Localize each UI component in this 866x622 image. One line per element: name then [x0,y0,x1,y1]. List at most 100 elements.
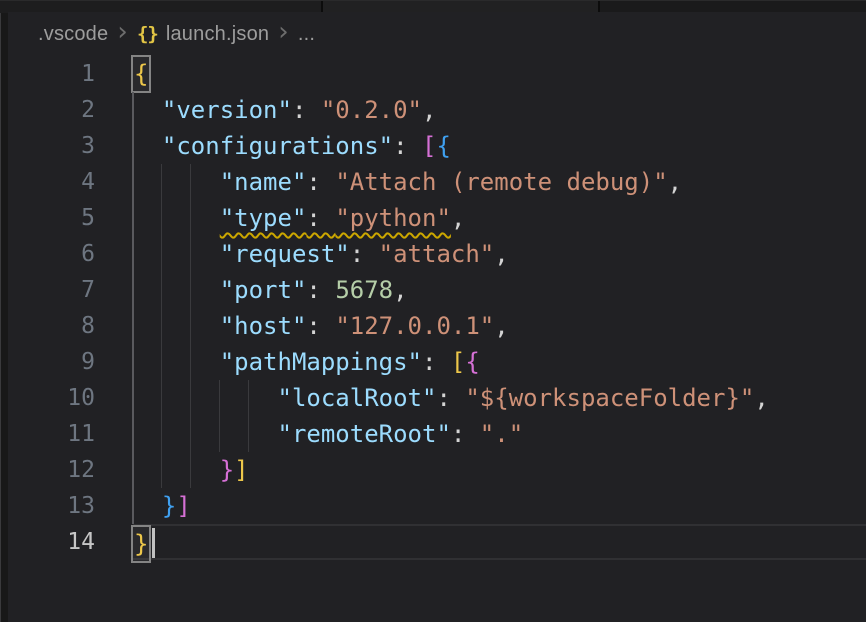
code-line-content[interactable]: "name": "Attach (remote debug)", [133,164,866,200]
breadcrumb-symbol-more[interactable]: ... [298,23,315,46]
code-token[interactable]: [ [451,348,465,376]
code-token[interactable]: "pathMappings" [220,348,422,376]
code-token[interactable]: , [494,240,508,268]
code-token[interactable] [133,168,220,196]
code-line-content[interactable]: } [133,524,866,560]
code-token[interactable]: "Attach (remote debug)" [335,168,667,196]
code-token[interactable]: "attach" [379,240,495,268]
line-number[interactable]: 10 [8,380,133,416]
code-token[interactable]: , [451,204,465,232]
code-token[interactable]: { [465,348,479,376]
code-line[interactable]: 6 "request": "attach", [8,236,866,272]
code-token[interactable] [133,96,162,124]
code-token[interactable]: "type" [220,204,307,232]
code-token[interactable] [133,456,220,484]
code-token[interactable] [133,240,220,268]
code-token[interactable]: , [422,96,436,124]
code-line[interactable]: 5 "type": "python", [8,200,866,236]
line-number[interactable]: 3 [8,128,133,164]
code-line-content[interactable]: "request": "attach", [133,236,866,272]
code-line[interactable]: 10 "localRoot": "${workspaceFolder}", [8,380,866,416]
code-token[interactable]: , [754,384,768,412]
code-token[interactable]: : [350,240,379,268]
code-token[interactable]: "localRoot" [278,384,437,412]
code-token[interactable]: "." [480,420,523,448]
code-line[interactable]: 12 }] [8,452,866,488]
code-token[interactable]: 5678 [335,276,393,304]
code-line-content[interactable]: "configurations": [{ [133,128,866,164]
code-token[interactable]: , [494,312,508,340]
code-line-content[interactable]: }] [133,452,866,488]
code-token[interactable]: "configurations" [162,132,393,160]
code-line[interactable]: 14} [8,524,866,560]
code-token[interactable]: : [393,132,422,160]
code-token[interactable]: : [292,96,321,124]
code-token[interactable]: "127.0.0.1" [335,312,494,340]
code-token[interactable]: : [306,276,335,304]
code-line-content[interactable]: }] [133,488,866,524]
line-number[interactable]: 4 [8,164,133,200]
line-number[interactable]: 1 [8,56,133,92]
code-token[interactable]: "host" [220,312,307,340]
code-token[interactable]: : [436,384,465,412]
code-token[interactable]: , [393,276,407,304]
code-line[interactable]: 4 "name": "Attach (remote debug)", [8,164,866,200]
code-token[interactable]: ] [234,456,248,484]
code-line[interactable]: 7 "port": 5678, [8,272,866,308]
line-number[interactable]: 13 [8,488,133,524]
code-token[interactable]: : [451,420,480,448]
code-token[interactable]: "remoteRoot" [278,420,451,448]
line-number[interactable]: 8 [8,308,133,344]
code-token[interactable] [133,276,220,304]
line-number[interactable]: 12 [8,452,133,488]
code-token[interactable]: "port" [220,276,307,304]
code-token[interactable]: } [162,492,176,520]
code-line[interactable]: 9 "pathMappings": [{ [8,344,866,380]
line-number[interactable]: 2 [8,92,133,128]
code-line[interactable]: 13 }] [8,488,866,524]
code-token[interactable] [133,420,278,448]
code-token[interactable]: : [306,204,335,232]
code-token[interactable] [133,204,220,232]
code-line-content[interactable]: "type": "python", [133,200,866,236]
code-token[interactable]: : [306,168,335,196]
line-number[interactable]: 14 [8,524,133,560]
code-token[interactable]: { [436,132,450,160]
code-token[interactable]: "0.2.0" [321,96,422,124]
code-token[interactable] [133,348,220,376]
breadcrumb-file[interactable]: launch.json [166,23,269,46]
warning-squiggle[interactable]: "type": "python" [220,204,451,232]
code-token[interactable] [133,132,162,160]
line-number[interactable]: 6 [8,236,133,272]
code-line-content[interactable]: "port": 5678, [133,272,866,308]
code-token[interactable]: "${workspaceFolder}" [465,384,754,412]
code-line-content[interactable]: "version": "0.2.0", [133,92,866,128]
breadcrumb-folder[interactable]: .vscode [38,23,108,46]
code-line[interactable]: 3 "configurations": [{ [8,128,866,164]
code-token[interactable] [133,384,278,412]
code-token[interactable]: "version" [162,96,292,124]
code-token[interactable]: } [220,456,234,484]
code-line[interactable]: 11 "remoteRoot": "." [8,416,866,452]
code-token[interactable]: "request" [220,240,350,268]
code-token[interactable]: , [668,168,682,196]
code-line-content[interactable]: "remoteRoot": "." [133,416,866,452]
code-line-content[interactable]: "localRoot": "${workspaceFolder}", [133,380,866,416]
code-token[interactable]: : [422,348,451,376]
code-line-content[interactable]: "pathMappings": [{ [133,344,866,380]
code-token[interactable]: ] [176,492,190,520]
code-line[interactable]: 1{ [8,56,866,92]
code-token[interactable] [133,312,220,340]
line-number[interactable]: 7 [8,272,133,308]
code-line[interactable]: 8 "host": "127.0.0.1", [8,308,866,344]
code-line[interactable]: 2 "version": "0.2.0", [8,92,866,128]
bracket-match[interactable]: } [133,527,149,561]
code-line-content[interactable]: { [133,56,866,92]
line-number[interactable]: 9 [8,344,133,380]
line-number[interactable]: 5 [8,200,133,236]
code-token[interactable]: : [306,312,335,340]
code-token[interactable] [133,492,162,520]
bracket-match[interactable]: { [133,57,149,91]
code-token[interactable]: "python" [335,204,451,232]
code-line-content[interactable]: "host": "127.0.0.1", [133,308,866,344]
